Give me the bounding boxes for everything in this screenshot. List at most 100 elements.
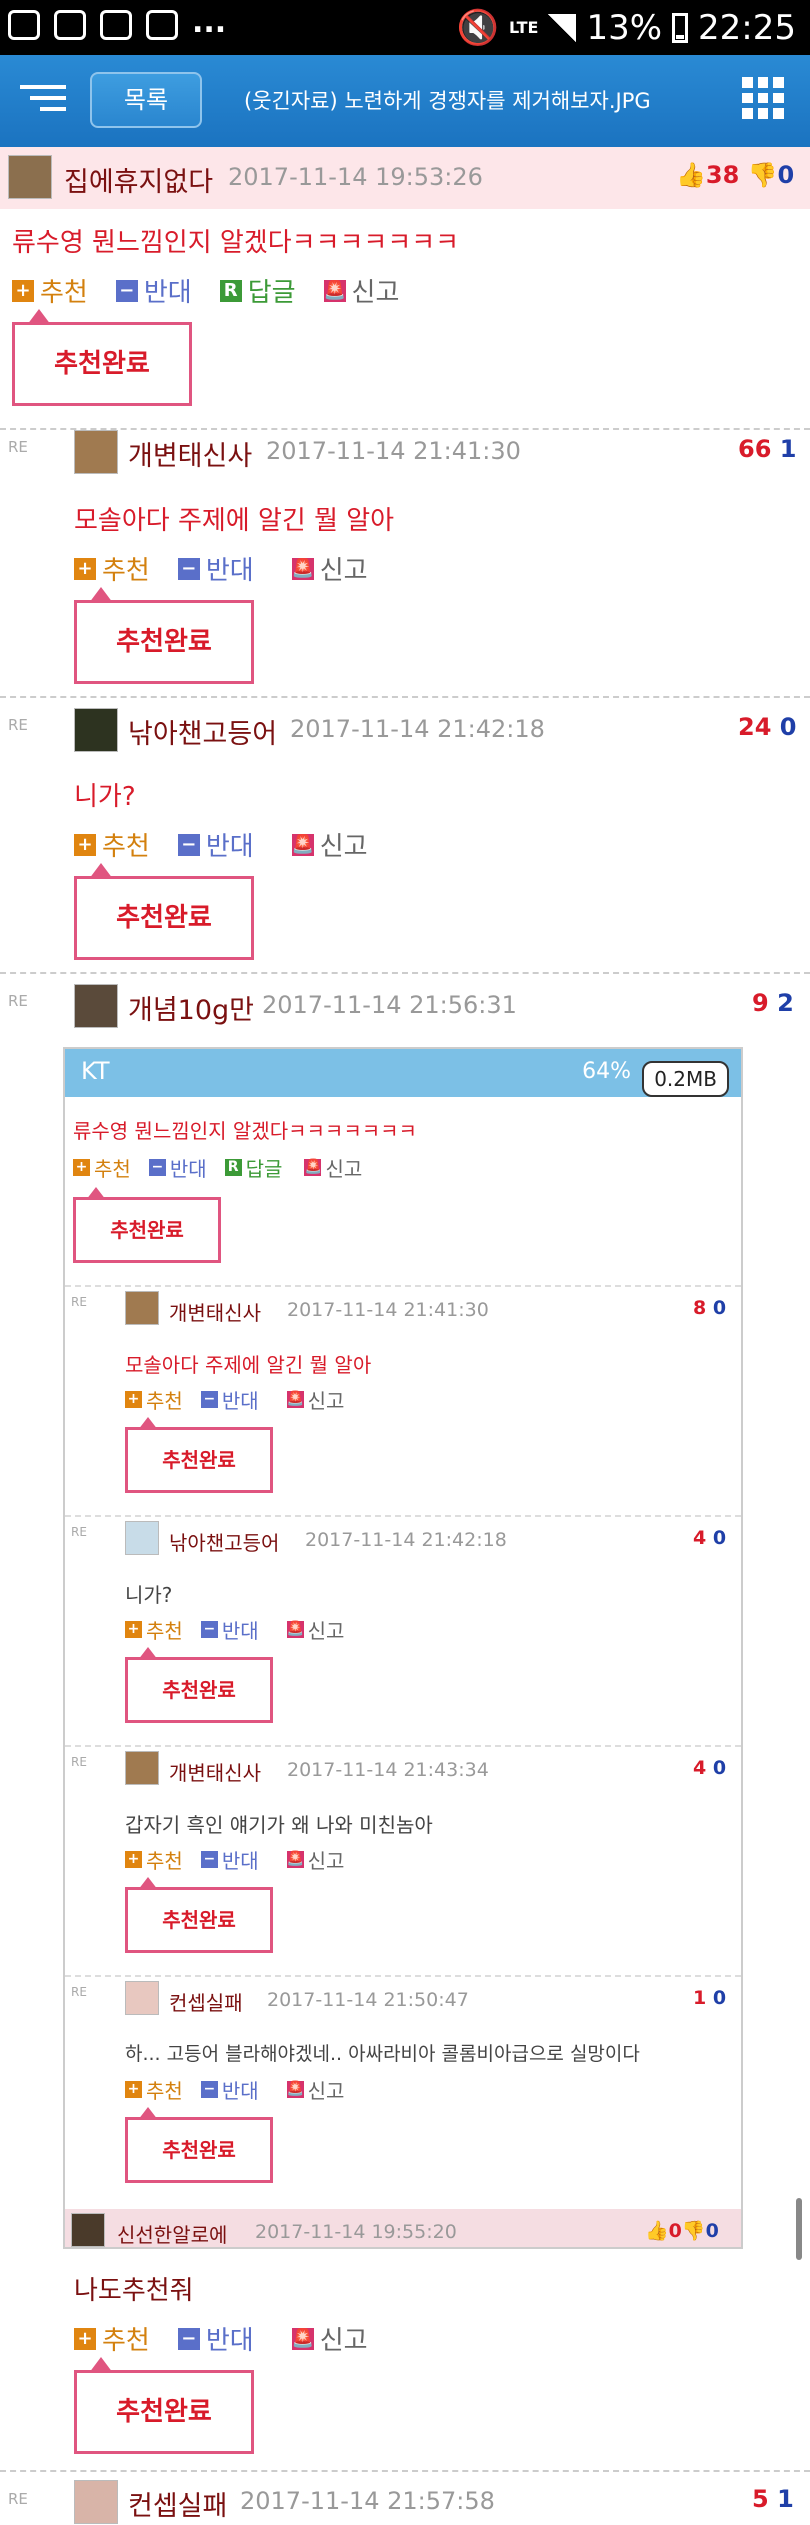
plus-icon: + <box>74 557 96 580</box>
recommend-label: 추천 <box>146 2079 183 2103</box>
oppose-button[interactable]: 반대 <box>206 826 254 863</box>
report-icon: 🚨 <box>291 833 315 856</box>
comment-votes: 9 2 <box>752 989 794 1017</box>
comment-date: 2017-11-14 21:42:18 <box>305 1529 507 1551</box>
oppose-button[interactable]: 반대 <box>144 272 192 309</box>
post-date: 2017-11-14 19:53:26 <box>228 163 483 191</box>
minus-icon: − <box>200 1621 218 1638</box>
report-label: 신고 <box>307 1849 345 1873</box>
reply-icon: R <box>219 279 242 302</box>
comment-author: 컨셉실패 <box>169 1991 243 2015</box>
up-count: 5 <box>752 2485 769 2513</box>
screenshot-post-message: 류수영 뭔느낌인지 알겠다ㅋㅋㅋㅋㅋㅋㅋ <box>73 1119 417 1143</box>
recommend-done-badge: 추천완료 <box>74 863 254 960</box>
recommend-button[interactable]: 추천 <box>102 826 150 863</box>
report-icon: 🚨 <box>323 279 346 302</box>
divider <box>0 696 810 698</box>
minus-icon: − <box>177 557 200 580</box>
recommend-button[interactable]: 추천 <box>102 550 150 587</box>
comment-actions: + 추천 − 반대 🚨 신고 <box>125 1385 344 1414</box>
grid-menu-icon[interactable] <box>742 77 784 119</box>
oppose-button[interactable]: 반대 <box>206 2320 254 2357</box>
down-count: 1 <box>779 435 797 463</box>
comment-votes: 24 0 <box>738 713 796 741</box>
mute-icon: 🔇 <box>456 8 500 48</box>
reply-indicator: RE <box>71 1295 87 1309</box>
down-count: 0 <box>779 713 797 741</box>
comment-date: 2017-11-14 21:57:58 <box>240 2487 495 2515</box>
scrollbar-thumb[interactable] <box>796 2198 802 2260</box>
post-author[interactable]: 집에휴지없다 <box>64 160 213 199</box>
divider <box>65 1975 741 1977</box>
screenshot-actions: + 추천 − 반대 R 답글 🚨 신고 <box>73 1153 362 1182</box>
recommend-done-badge: 추천완료 <box>125 2107 273 2183</box>
oppose-button[interactable]: 반대 <box>206 550 254 587</box>
report-icon: 🚨 <box>291 557 315 580</box>
comment-actions: + 추천 − 반대 🚨 신고 <box>125 1615 344 1644</box>
avatar <box>8 155 52 199</box>
down-count: 2 <box>777 989 794 1017</box>
up-count: 4 <box>693 1757 707 1779</box>
recommend-done-badge: 추천완료 <box>74 2357 254 2454</box>
avatar <box>74 708 118 752</box>
avatar <box>71 2213 105 2247</box>
report-button[interactable]: 신고 <box>352 272 400 309</box>
plus-icon: + <box>74 833 96 856</box>
plus-icon: + <box>73 1159 90 1176</box>
recommend-button[interactable]: 추천 <box>102 2320 150 2357</box>
comment-author[interactable]: 낚아챈고등어 <box>128 712 277 751</box>
report-button[interactable]: 신고 <box>320 826 368 863</box>
oppose-label: 반대 <box>221 1389 259 1413</box>
image-size-badge: 0.2MB <box>642 1061 729 1097</box>
comment-message: 니가? <box>125 1583 173 1607</box>
recommend-label: 추천 <box>146 1389 183 1413</box>
report-button[interactable]: 신고 <box>320 550 368 587</box>
reply-label: 답글 <box>245 1157 283 1181</box>
reply-indicator: RE <box>8 992 28 1010</box>
system-status: 🔇 LTE 13% 22:25 <box>457 8 796 48</box>
clock: 22:25 <box>698 8 796 48</box>
list-button[interactable]: 목록 <box>90 72 202 128</box>
battery-icon <box>672 13 689 43</box>
post-message: 류수영 뭔느낌인지 알겠다ㅋㅋㅋㅋㅋㅋㅋ <box>12 228 460 258</box>
plus-icon: + <box>125 1851 142 1868</box>
signal-icon <box>548 14 577 42</box>
recommend-button[interactable]: 추천 <box>40 272 88 309</box>
report-icon: 🚨 <box>304 1159 322 1176</box>
avatar <box>125 1751 159 1785</box>
reply-indicator: RE <box>71 1985 87 1999</box>
up-count: 4 <box>693 1527 707 1549</box>
screenshot-carrier: KT <box>81 1057 110 1085</box>
divider <box>65 1745 741 1747</box>
down-count: 0 <box>712 1987 727 2009</box>
oppose-label: 반대 <box>169 1157 207 1181</box>
recommend-label: 추천 <box>146 1849 183 1873</box>
plus-icon: + <box>12 279 34 302</box>
screenshot-next-post: 신선한알로에 2017-11-14 19:55:20 👍0👎0 <box>65 2209 741 2247</box>
comment-author[interactable]: 컨셉실패 <box>128 2484 227 2523</box>
report-button[interactable]: 신고 <box>320 2320 368 2357</box>
menu-icon[interactable] <box>20 85 66 117</box>
reply-button[interactable]: 답글 <box>248 272 296 309</box>
comment-author[interactable]: 개변태신사 <box>128 434 252 473</box>
minus-icon: − <box>148 1159 166 1176</box>
status-bar: ... 🔇 LTE 13% 22:25 <box>0 0 810 55</box>
comment-message: 하... 고등어 블라해야겠네.. 아싸라비아 콜롬비아급으로 실망이다 <box>125 2043 640 2065</box>
mail-notification-icon <box>146 10 178 40</box>
reply-indicator: RE <box>8 716 28 734</box>
attached-screenshot[interactable]: KT 64% 0.2MB 류수영 뭔느낌인지 알겠다ㅋㅋㅋㅋㅋㅋㅋ + 추천 − 반… <box>63 1047 743 2249</box>
comment-date: 2017-11-14 21:50:47 <box>267 1989 469 2011</box>
oppose-label: 반대 <box>221 2079 259 2103</box>
avatar <box>125 1981 159 2015</box>
comment-message: 모솔아다 주제에 알긴 뭘 알아 <box>125 1353 372 1377</box>
comment-author[interactable]: 개념10g만 <box>128 988 254 1027</box>
down-count: 0 <box>712 1527 727 1549</box>
youtube-notification-icon <box>100 10 132 40</box>
thumbs-up-icon: 👍 <box>676 161 706 189</box>
up-count: 9 <box>752 989 769 1017</box>
report-icon: 🚨 <box>286 2081 305 2098</box>
report-label: 신고 <box>307 1389 345 1413</box>
up-count: 8 <box>693 1297 707 1319</box>
divider <box>65 1515 741 1517</box>
recommend-done-badge: 추천완료 <box>125 1417 273 1493</box>
